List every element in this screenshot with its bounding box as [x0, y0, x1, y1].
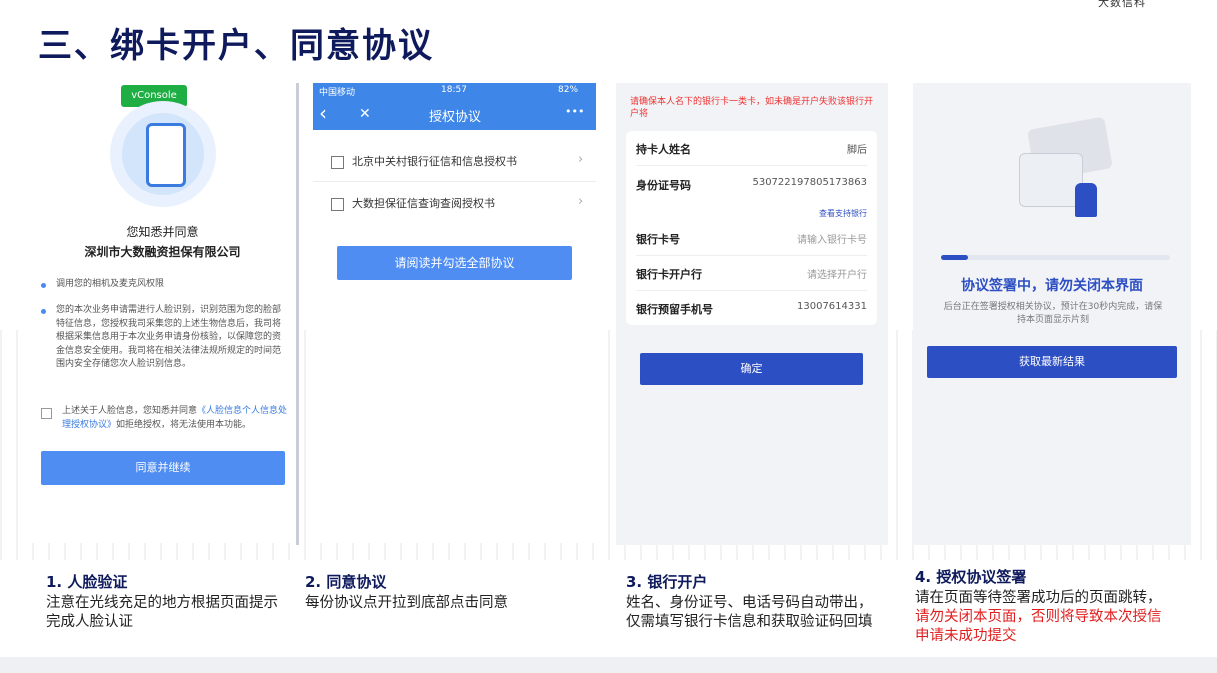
caption-title: 4. 授权协议签署 — [915, 568, 1027, 586]
caption-description: 注意在光线充足的地方根据页面提示完成人脸认证 — [46, 595, 278, 630]
consent-checkbox[interactable] — [41, 408, 52, 419]
caption-description: 每份协议点开拉到底部点击同意 — [305, 595, 508, 611]
bottom-bar — [0, 657, 1217, 673]
agreement-item[interactable]: 北京中关村银行征信和信息授权书 › — [313, 141, 596, 182]
close-icon[interactable]: ✕ — [359, 106, 371, 122]
bullet-icon — [41, 309, 46, 314]
brand-logo-text: 大数信科 — [1098, 0, 1146, 9]
face-verification-screen: vConsole 您知悉并同意 深圳市大数融资担保有限公司 调用您的相机及麦克风… — [30, 83, 295, 543]
signing-status: 协议签署中，请勿关闭本界面 — [961, 278, 1143, 294]
card-number-row[interactable]: 银行卡号 请输入银行卡号 — [636, 221, 867, 256]
field-label: 银行预留手机号 — [636, 303, 713, 316]
back-icon[interactable]: ‹ — [319, 101, 327, 125]
bank-account-screen: 请确保本人名下的银行卡一类卡，如未确是开户失败该银行开户将 持卡人姓名 脚后 身… — [616, 83, 888, 545]
supported-banks-link[interactable]: 查看支持银行 — [819, 208, 867, 219]
agreement-checkbox[interactable] — [331, 156, 344, 169]
document-illustration — [1019, 153, 1083, 207]
battery-level: 82% — [558, 85, 579, 95]
chevron-right-icon: › — [578, 194, 584, 209]
caption-normal-text: 请在页面等待签署成功后的页面跳转， — [915, 590, 1162, 606]
carrier-label: 中国移动 — [319, 88, 356, 98]
agreement-checkbox[interactable] — [331, 198, 344, 211]
page-title: 三、绑卡开户、同意协议 — [38, 26, 434, 66]
nav-bar: ‹ ✕ 授权协议 ••• — [313, 99, 596, 130]
person-illustration — [1075, 183, 1097, 217]
name-row: 持卡人姓名 脚后 — [636, 131, 867, 166]
caption-title: 2. 同意协议 — [305, 573, 387, 591]
chevron-right-icon: › — [578, 152, 584, 167]
agreement-item[interactable]: 大数担保征信查询查阅授权书 › — [313, 183, 596, 223]
field-label: 身份证号码 — [636, 179, 691, 192]
nav-title: 授权协议 — [429, 110, 482, 125]
face-info-notice: 您的本次业务申请需进行人脸识别，识别范围为您的脸部特征信息，您授权我司采集您的上… — [56, 305, 282, 369]
caption-title: 1. 人脸验证 — [46, 573, 128, 591]
agreement-screen: 中国移动 18:57 82% ‹ ✕ 授权协议 ••• 北京中关村银行征信和信息… — [313, 83, 596, 543]
signing-description: 后台正在签署授权相关协议，预计在30秒内完成，请保持本页面显示片刻 — [943, 302, 1163, 325]
agreement-label: 大数担保征信查询查阅授权书 — [352, 197, 495, 210]
bank-form-card: 持卡人姓名 脚后 身份证号码 530722197805173863 查看支持银行… — [626, 131, 877, 325]
permission-item: 调用您的相机及麦克风权限 — [56, 279, 165, 289]
field-label: 持卡人姓名 — [636, 143, 691, 156]
id-row: 身份证号码 530722197805173863 — [636, 167, 867, 201]
field-label: 银行卡号 — [636, 233, 680, 246]
caption-description: 请在页面等待签署成功后的页面跳转， 请勿关闭本页面，否则将导致本次授信申请未成功提… — [915, 589, 1165, 646]
caption-title: 3. 银行开户 — [626, 573, 708, 591]
phone-row[interactable]: 银行预留手机号 13007614331 — [636, 291, 867, 325]
name-value: 脚后 — [847, 145, 867, 156]
consent-post: 如拒绝授权，将无法使用本功能。 — [116, 419, 252, 430]
id-value: 530722197805173863 — [752, 177, 867, 188]
agree-continue-button[interactable]: 同意并继续 — [41, 451, 285, 485]
agreement-label: 北京中关村银行征信和信息授权书 — [352, 155, 517, 168]
more-icon[interactable]: ••• — [565, 105, 584, 118]
phone-value[interactable]: 13007614331 — [797, 301, 867, 312]
warning-text: 请确保本人名下的银行卡一类卡，如未确是开户失败该银行开户将 — [630, 97, 874, 119]
agree-heading: 您知悉并同意 — [126, 225, 199, 239]
caption-warning-text: 请勿关闭本页面，否则将导致本次授信申请未成功提交 — [915, 609, 1162, 644]
progress-fill — [941, 255, 969, 260]
field-label: 银行卡开户行 — [636, 268, 702, 281]
get-latest-result-button[interactable]: 获取最新结果 — [927, 346, 1177, 378]
read-all-agreements-button[interactable]: 请阅读并勾选全部协议 — [337, 246, 572, 280]
consent-text: 上述关于人脸信息，您知悉并同意《人脸信息个人信息处理授权协议》如拒绝授权，将无法… — [62, 405, 288, 432]
card-number-input[interactable]: 请输入银行卡号 — [797, 231, 867, 246]
divider — [296, 83, 299, 545]
signing-progress — [941, 255, 1170, 260]
signing-screen: 协议签署中，请勿关闭本界面 后台正在签署授权相关协议，预计在30秒内完成，请保持… — [913, 83, 1191, 545]
consent-pre: 上述关于人脸信息，您知悉并同意 — [62, 406, 198, 416]
status-time: 18:57 — [441, 85, 467, 95]
bank-branch-row[interactable]: 银行卡开户行 请选择开户行 — [636, 256, 867, 291]
confirm-button[interactable]: 确定 — [640, 353, 863, 385]
status-bar: 中国移动 18:57 82% — [313, 83, 596, 99]
caption-description: 姓名、身份证号、电话号码自动带出，仅需填写银行卡信息和获取验证码回填 — [626, 595, 873, 630]
bank-select[interactable]: 请选择开户行 — [807, 266, 867, 281]
company-name: 深圳市大数融资担保有限公司 — [84, 245, 241, 259]
bullet-icon — [41, 283, 46, 288]
phone-face-icon — [146, 123, 186, 187]
